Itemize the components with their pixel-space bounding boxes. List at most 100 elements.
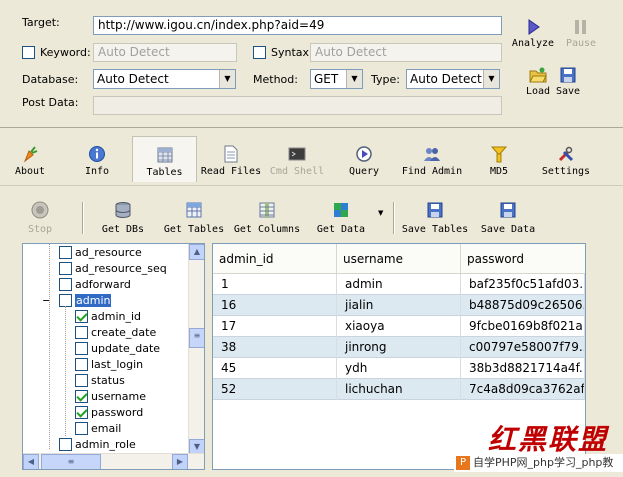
keyword-input[interactable]: Auto Detect bbox=[93, 43, 237, 62]
tree-item-label: password bbox=[91, 406, 144, 419]
get-data-button[interactable]: Get Data bbox=[312, 201, 370, 235]
postdata-input[interactable] bbox=[93, 96, 502, 115]
watermark-caption: 自学PHP网_php学习_php教 bbox=[473, 456, 614, 469]
tree-item-checkbox[interactable] bbox=[59, 261, 72, 275]
keyword-label: Keyword: bbox=[40, 46, 91, 59]
tree-item-checkbox[interactable] bbox=[75, 357, 88, 371]
scroll-right-icon[interactable]: ▶ bbox=[172, 454, 188, 469]
scroll-up-icon[interactable]: ▲ bbox=[189, 244, 204, 260]
type-select[interactable]: Auto Detect ▼ bbox=[406, 69, 500, 89]
tree-item[interactable]: admin_id bbox=[75, 309, 141, 325]
tree-item-checkbox[interactable] bbox=[75, 373, 88, 387]
get-columns-label: Get Columns bbox=[233, 224, 301, 235]
get-tables-label: Get Tables bbox=[163, 224, 225, 235]
save-button[interactable]: Save bbox=[552, 66, 584, 97]
get-columns-button[interactable]: Get Columns bbox=[232, 201, 302, 235]
nav-about[interactable]: About bbox=[12, 136, 48, 182]
tree-item-checkbox[interactable] bbox=[75, 389, 88, 403]
get-data-dropdown-icon[interactable]: ▼ bbox=[378, 209, 383, 217]
db-tree[interactable]: ad_resource ad_resource_seq adforward − admi… bbox=[22, 243, 205, 470]
table-row[interactable]: 52 lichuchan 7c4a8d09ca3762af... bbox=[213, 379, 585, 400]
tree-item-label: adforward bbox=[75, 278, 131, 291]
analyze-button[interactable]: Analyze bbox=[508, 18, 558, 49]
watermark-caption-bar: P 自学PHP网_php学习_php教 bbox=[454, 454, 623, 472]
method-select[interactable]: GET ▼ bbox=[310, 69, 363, 89]
tree-item-checkbox[interactable] bbox=[75, 325, 88, 339]
tree-item-checkbox[interactable] bbox=[59, 437, 72, 451]
keyword-checkbox[interactable] bbox=[22, 46, 35, 59]
tree-item-checkbox[interactable] bbox=[59, 245, 72, 259]
load-label: Load bbox=[525, 86, 551, 97]
tree-item-checkbox[interactable] bbox=[75, 341, 88, 355]
tree-item-checkbox[interactable] bbox=[59, 293, 72, 307]
pause-button[interactable]: Pause bbox=[560, 18, 602, 49]
table-row[interactable]: 16 jialin b48875d09c26506... bbox=[213, 295, 585, 316]
tree-item[interactable]: password bbox=[75, 405, 143, 421]
tree-item[interactable]: admin_role bbox=[59, 437, 136, 453]
scroll-left-icon[interactable]: ◀ bbox=[23, 454, 39, 469]
nav-tables[interactable]: Tables bbox=[132, 136, 197, 182]
tree-item[interactable]: create_date bbox=[75, 325, 156, 341]
save-tables-button[interactable]: Save Tables bbox=[398, 201, 472, 235]
tree-vertical-scrollbar[interactable]: ▲ ≡ ▼ bbox=[188, 244, 204, 455]
column-header-admin-id[interactable]: admin_id bbox=[213, 244, 337, 274]
get-data-label: Get Data bbox=[316, 224, 366, 235]
tree-item[interactable]: email bbox=[75, 421, 121, 437]
tree-item-checkbox[interactable] bbox=[75, 405, 88, 419]
nav-md5[interactable]: MD5 bbox=[484, 136, 514, 182]
nav-cmd-shell[interactable]: Cmd Shell bbox=[268, 136, 326, 182]
table-row[interactable]: 1 admin baf235f0c51afd03... bbox=[213, 274, 585, 295]
load-button[interactable]: Load bbox=[520, 66, 556, 97]
file-icon bbox=[224, 145, 238, 163]
table-cell: 38 bbox=[213, 337, 337, 358]
save-label: Save bbox=[555, 86, 581, 97]
nav-find-admin[interactable]: Find Admin bbox=[400, 136, 464, 182]
table-cell: jialin bbox=[337, 295, 461, 316]
tree-item[interactable]: ad_resource bbox=[59, 245, 142, 261]
save-data-button[interactable]: Save Data bbox=[478, 201, 538, 235]
table-row[interactable]: 17 xiaoya 9fcbe0169b8f021a... bbox=[213, 316, 585, 337]
tree-item[interactable]: ad_resource_seq bbox=[59, 261, 167, 277]
watermark: 红黑联盟 P 自学PHP网_php学习_php教 bbox=[454, 418, 623, 477]
users-icon bbox=[424, 148, 440, 161]
tree-item[interactable]: last_login bbox=[75, 357, 143, 373]
table-row[interactable]: 45 ydh 38b3d8821714a4f... bbox=[213, 358, 585, 379]
get-dbs-label: Get DBs bbox=[101, 224, 145, 235]
tree-item-checkbox[interactable] bbox=[75, 309, 88, 323]
play-icon bbox=[528, 19, 540, 35]
tree-item[interactable]: username bbox=[75, 389, 146, 405]
tree-item[interactable]: adforward bbox=[59, 277, 131, 293]
syntax-checkbox[interactable] bbox=[253, 46, 266, 59]
target-label: Target: bbox=[22, 16, 60, 29]
nav-about-label: About bbox=[14, 166, 46, 177]
scroll-thumb[interactable]: ≡ bbox=[189, 328, 204, 348]
table-cell: xiaoya bbox=[337, 316, 461, 337]
target-input[interactable]: http://www.igou.cn/index.php?aid=49 bbox=[93, 16, 502, 35]
database-select[interactable]: Auto Detect ▼ bbox=[93, 69, 236, 89]
tree-horizontal-scrollbar[interactable]: ◀ ≡ ▶ bbox=[23, 453, 204, 469]
scroll-thumb[interactable]: ≡ bbox=[41, 454, 101, 469]
get-dbs-button[interactable]: Get DBs bbox=[98, 201, 148, 235]
tree-item-label: admin bbox=[75, 294, 112, 307]
nav-read-files[interactable]: Read Files bbox=[200, 136, 262, 182]
syntax-input[interactable]: Auto Detect bbox=[310, 43, 502, 62]
tree-item-checkbox[interactable] bbox=[75, 421, 88, 435]
nav-info[interactable]: Info bbox=[80, 136, 114, 182]
toolbar-separator bbox=[82, 202, 84, 234]
get-tables-button[interactable]: Get Tables bbox=[160, 201, 228, 235]
table-cell: 16 bbox=[213, 295, 337, 316]
floppy-icon bbox=[427, 202, 443, 218]
tree-item[interactable]: status bbox=[75, 373, 125, 389]
nav-find-admin-label: Find Admin bbox=[401, 166, 463, 177]
table-cell: admin bbox=[337, 274, 461, 295]
stop-button[interactable]: Stop bbox=[22, 201, 58, 235]
tree-item[interactable]: − admin bbox=[42, 293, 112, 309]
nav-query[interactable]: Query bbox=[346, 136, 382, 182]
tree-item[interactable]: update_date bbox=[75, 341, 160, 357]
chevron-down-icon: ▼ bbox=[346, 70, 362, 88]
column-header-username[interactable]: username bbox=[337, 244, 461, 274]
table-row[interactable]: 38 jinrong c00797e58007f79... bbox=[213, 337, 585, 358]
tree-item-checkbox[interactable] bbox=[59, 277, 72, 291]
nav-settings[interactable]: Settings bbox=[540, 136, 592, 182]
column-header-password[interactable]: password bbox=[461, 244, 585, 274]
